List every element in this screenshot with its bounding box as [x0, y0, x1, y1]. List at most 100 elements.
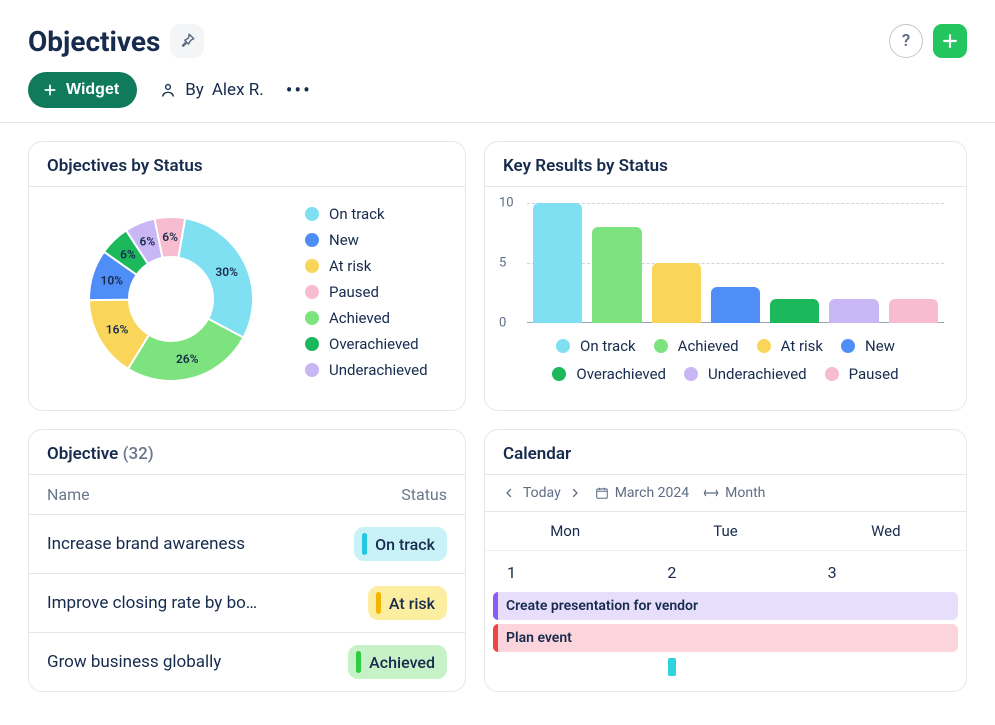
calendar-card: Calendar Today March 2024	[484, 429, 967, 692]
y-tick-label: 0	[499, 316, 506, 331]
event-label: Plan event	[506, 630, 572, 646]
status-pill-on_track: On track	[354, 527, 447, 561]
calendar-prev-button[interactable]	[503, 487, 515, 499]
donut-slice-label: 6%	[140, 235, 156, 249]
bar-at_risk[interactable]	[652, 263, 701, 323]
status-pill-label: At risk	[389, 594, 435, 613]
card-title: Objectives by Status	[29, 142, 465, 187]
legend-item-underachieved[interactable]: Underachieved	[684, 365, 807, 383]
table-row[interactable]: Grow business globallyAchieved	[29, 633, 465, 691]
legend-label: Achieved	[329, 309, 390, 327]
donut-slice-label: 6%	[120, 247, 136, 261]
legend-label: On track	[580, 337, 636, 355]
legend-label: Achieved	[678, 337, 739, 355]
user-icon	[159, 81, 177, 99]
card-title: Calendar	[485, 430, 966, 475]
table-row[interactable]: Increase brand awarenessOn track	[29, 515, 465, 574]
plus-icon	[940, 31, 960, 51]
legend-item-achieved[interactable]: Achieved	[305, 309, 428, 327]
objectives-by-status-card: Objectives by Status 30%26%16%10%6%6%6% …	[28, 141, 466, 411]
calendar-toolbar: Today March 2024 Month	[485, 475, 966, 512]
bar-paused[interactable]	[889, 299, 938, 323]
table-count: (32)	[123, 444, 154, 464]
legend-dot	[305, 259, 319, 273]
donut-chart: 30%26%16%10%6%6%6%	[43, 199, 293, 394]
legend-item-overachieved[interactable]: Overachieved	[305, 335, 428, 353]
status-pill-achieved: Achieved	[348, 645, 447, 679]
bar-on_track[interactable]	[533, 203, 582, 323]
calendar-days-row: 123	[485, 550, 966, 588]
calendar-event[interactable]: Plan event	[493, 624, 958, 652]
legend-label: Overachieved	[329, 335, 419, 353]
legend-label: Paused	[849, 365, 899, 383]
by-user-filter[interactable]: By Alex R.	[159, 80, 264, 100]
legend-item-new[interactable]: New	[841, 337, 895, 355]
legend-dot	[825, 367, 839, 381]
calendar-next-button[interactable]	[569, 487, 581, 499]
y-tick-label: 10	[499, 196, 514, 211]
add-button[interactable]	[933, 24, 967, 58]
more-menu-button[interactable]: •••	[286, 78, 312, 102]
legend-dot	[757, 339, 771, 353]
add-widget-button[interactable]: Widget	[28, 72, 137, 108]
donut-slice-label: 10%	[100, 274, 123, 288]
table-row[interactable]: Improve closing rate by bo… At risk	[29, 574, 465, 633]
legend-item-achieved[interactable]: Achieved	[654, 337, 739, 355]
bar-overachieved[interactable]	[770, 299, 819, 323]
legend-label: At risk	[329, 257, 371, 275]
by-user-name: Alex R.	[212, 80, 264, 100]
divider	[0, 122, 995, 123]
y-tick-label: 5	[499, 256, 506, 271]
legend-item-paused[interactable]: Paused	[305, 283, 428, 301]
calendar-event[interactable]: Create presentation for vendor	[493, 592, 958, 620]
legend-item-on_track[interactable]: On track	[556, 337, 636, 355]
legend-label: On track	[329, 205, 385, 223]
legend-item-on_track[interactable]: On track	[305, 205, 428, 223]
calendar-month-label: March 2024	[615, 485, 689, 501]
objective-table-card: Objective (32) Name Status Increase bran…	[28, 429, 466, 692]
help-button[interactable]: ?	[889, 24, 923, 58]
donut-slice-achieved[interactable]	[128, 319, 243, 381]
legend-dot	[305, 207, 319, 221]
day-cell[interactable]: 1	[485, 550, 645, 588]
col-name: Name	[47, 485, 401, 504]
status-pill-at_risk: At risk	[368, 586, 447, 620]
legend-label: Underachieved	[708, 365, 807, 383]
chevron-right-icon	[569, 487, 581, 499]
legend-item-at_risk[interactable]: At risk	[305, 257, 428, 275]
card-title: Objective (32)	[29, 430, 465, 475]
row-name: Increase brand awareness	[47, 534, 354, 554]
legend-item-overachieved[interactable]: Overachieved	[552, 365, 666, 383]
legend-item-new[interactable]: New	[305, 231, 428, 249]
calendar-dow-row: MonTueWed	[485, 512, 966, 550]
plus-icon	[42, 82, 58, 98]
table-header: Name Status	[29, 475, 465, 515]
day-cell[interactable]: 2	[645, 550, 805, 588]
bar-achieved[interactable]	[592, 227, 641, 323]
calendar-month-selector[interactable]: March 2024	[595, 485, 689, 501]
legend-dot	[552, 367, 566, 381]
status-pill-bar	[356, 651, 361, 673]
legend-item-underachieved[interactable]: Underachieved	[305, 361, 428, 379]
calendar-range-selector[interactable]: Month	[703, 485, 765, 501]
calendar-today-button[interactable]: Today	[523, 485, 561, 501]
donut-slice-label: 30%	[215, 265, 238, 279]
pin-button[interactable]	[170, 24, 204, 58]
legend-dot	[305, 311, 319, 325]
legend-dot	[556, 339, 570, 353]
bar-new[interactable]	[711, 287, 760, 323]
calendar-icon	[595, 486, 609, 500]
legend-label: Underachieved	[329, 361, 428, 379]
legend-item-at_risk[interactable]: At risk	[757, 337, 823, 355]
day-cell[interactable]: 3	[806, 550, 966, 588]
table-title: Objective	[47, 444, 118, 464]
legend-item-paused[interactable]: Paused	[825, 365, 899, 383]
legend-label: At risk	[781, 337, 823, 355]
status-pill-bar	[362, 533, 367, 555]
donut-legend: On track New At risk Paused Achieved Overachi…	[305, 199, 428, 379]
row-name: Improve closing rate by bo…	[47, 593, 368, 613]
bar-underachieved[interactable]	[829, 299, 878, 323]
legend-dot	[305, 285, 319, 299]
row-name: Grow business globally	[47, 652, 348, 672]
dow-label: Wed	[806, 512, 966, 550]
